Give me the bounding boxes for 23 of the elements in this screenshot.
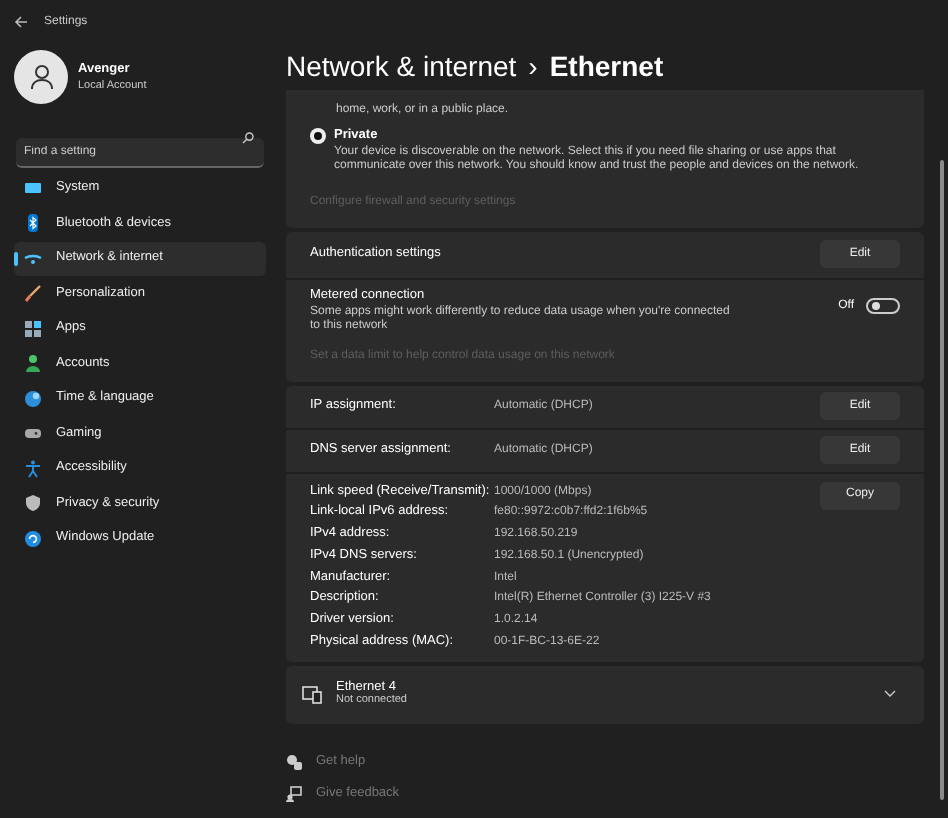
scrollbar[interactable]	[940, 160, 944, 800]
search-icon	[242, 131, 254, 143]
gamepad-icon	[24, 424, 42, 443]
page-title: Ethernet	[549, 47, 664, 85]
bluetooth-icon	[24, 214, 42, 233]
shield-icon	[24, 494, 42, 513]
brush-icon	[24, 284, 42, 303]
person-icon	[29, 64, 53, 90]
toggle-switch[interactable]	[866, 298, 900, 315]
breadcrumb-separator: ›	[528, 47, 538, 85]
feedback-icon	[286, 785, 302, 801]
help-icon	[286, 753, 302, 770]
person-icon	[24, 354, 42, 373]
update-icon	[24, 529, 42, 548]
globe-icon	[24, 389, 42, 408]
ethernet-icon	[302, 685, 322, 704]
accessibility-icon	[24, 459, 42, 478]
back-icon[interactable]	[14, 16, 28, 28]
breadcrumb-parent[interactable]: Network & internet	[286, 45, 517, 87]
wifi-icon	[24, 249, 42, 268]
monitor-icon	[24, 179, 42, 198]
radio-button[interactable]	[310, 128, 326, 144]
apps-icon	[24, 319, 42, 338]
